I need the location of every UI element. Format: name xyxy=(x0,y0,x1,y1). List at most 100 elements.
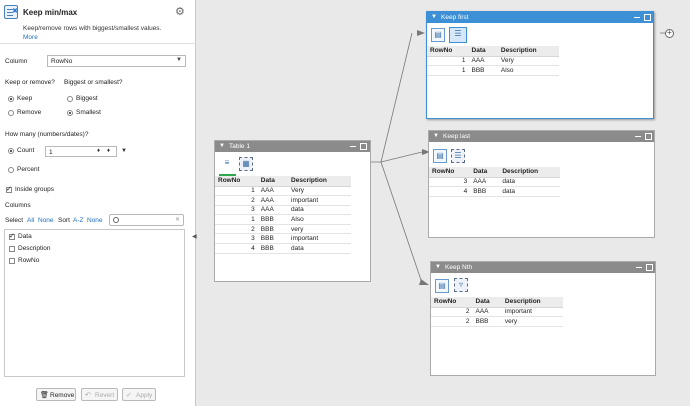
minimize-icon[interactable] xyxy=(350,146,356,147)
collapse-panel-icon[interactable]: ◀ xyxy=(192,233,197,240)
select-all-link[interactable]: All xyxy=(27,217,34,224)
column-checkbox-description[interactable] xyxy=(9,246,15,252)
remove-button[interactable]: 🗑 Remove xyxy=(36,388,76,401)
table-view-icon[interactable]: ▤ xyxy=(433,149,447,163)
keep-minmax-icon[interactable]: ☰ xyxy=(449,27,467,43)
link-table1-keep-first xyxy=(371,32,413,163)
percent-radio[interactable] xyxy=(8,167,14,173)
smallest-radio-label[interactable]: Smallest xyxy=(76,109,101,116)
biggest-radio-label[interactable]: Biggest xyxy=(76,95,98,102)
panel-title: Keep min/max xyxy=(23,8,78,17)
table-row: 3 BBB important xyxy=(215,233,351,245)
keep-radio-label[interactable]: Keep xyxy=(17,95,32,102)
percent-radio-label[interactable]: Percent xyxy=(17,166,39,173)
column-view-icon[interactable]: ▦ xyxy=(239,157,253,171)
sort-az-link[interactable]: A-Z xyxy=(73,217,83,224)
table-row: 4 BBB data xyxy=(429,186,560,197)
revert-button[interactable]: ↶ Revert xyxy=(81,388,118,401)
node-title: Keep first xyxy=(441,14,469,21)
chevron-down-icon: ▼ xyxy=(176,57,182,63)
add-output-port-icon[interactable]: + xyxy=(665,29,674,38)
collapse-triangle-icon[interactable]: ▼ xyxy=(219,143,225,149)
panel-description: Keep/remove rows with biggest/smallest v… xyxy=(23,25,162,32)
table-row: 1 BBB Also xyxy=(427,65,559,76)
clear-icon[interactable]: ✕ xyxy=(175,216,180,223)
node-keep-last[interactable]: ▼ Keep last ▤ ☰ RowNo Data Description 3… xyxy=(428,130,655,238)
count-radio[interactable] xyxy=(8,148,14,154)
maximize-icon[interactable] xyxy=(644,14,651,21)
maximize-icon[interactable] xyxy=(645,133,652,140)
check-icon: ✓ xyxy=(126,391,132,399)
table-row: 2 AAA important xyxy=(215,195,351,206)
arrow-head-icon xyxy=(419,279,429,285)
column-dropdown-value: RowNo xyxy=(51,58,73,65)
table-add-icon[interactable]: ≡ xyxy=(221,157,235,171)
column-item-description[interactable]: Description xyxy=(18,245,51,252)
link-table1-keep-last xyxy=(380,151,423,163)
maximize-icon[interactable] xyxy=(646,264,653,271)
node-title: Table 1 xyxy=(229,143,250,150)
count-radio-label[interactable]: Count xyxy=(17,147,34,154)
spinner-up-down-icon[interactable]: ♦ xyxy=(97,148,100,154)
table-row: 2 BBB very xyxy=(431,316,563,327)
column-item-data[interactable]: Data xyxy=(18,233,32,240)
workflow-canvas[interactable]: ▼ Table 1 ≡ ▦ RowNo Data Description 1 AA… xyxy=(197,0,690,406)
node-header[interactable]: ▼ Keep last xyxy=(429,131,654,142)
count-input-value: 1 xyxy=(49,148,53,156)
column-checkbox-rowno[interactable] xyxy=(9,258,15,264)
table-row: 1 AAA Very xyxy=(427,56,559,67)
select-label: Select xyxy=(5,217,24,224)
smallest-radio[interactable] xyxy=(67,110,73,116)
column-search-input[interactable]: ✕ xyxy=(109,214,184,226)
spinner-up-down-icon[interactable]: ♦ xyxy=(107,148,110,154)
node-keep-first[interactable]: ▼ Keep first ▤ ☰ RowNo Data Description … xyxy=(426,11,654,119)
inside-groups-label[interactable]: Inside groups xyxy=(15,186,54,193)
columns-list: Data Description RowNo xyxy=(4,229,185,377)
minimize-icon[interactable] xyxy=(636,267,642,268)
columns-label: Columns xyxy=(5,202,31,209)
column-dropdown[interactable]: RowNo ▼ xyxy=(47,55,186,67)
biggest-radio[interactable] xyxy=(67,96,73,102)
table-row: 2 AAA important xyxy=(431,307,563,318)
column-label: Column xyxy=(5,58,28,65)
keep-radio[interactable] xyxy=(8,96,14,102)
node-keep-nth[interactable]: ▼ Keep Nth ▤ ▿ RowNo Data Description 2A… xyxy=(430,261,656,376)
inside-groups-checkbox[interactable] xyxy=(6,185,12,193)
more-link[interactable]: More xyxy=(23,34,38,41)
collapse-triangle-icon[interactable]: ▼ xyxy=(433,133,439,139)
link-table1-keep-nth xyxy=(380,161,423,284)
count-input[interactable]: 1 ♦ ♦ xyxy=(45,146,117,157)
node-table1[interactable]: ▼ Table 1 ≡ ▦ RowNo Data Description 1 AA… xyxy=(214,140,371,282)
sort-label: Sort xyxy=(58,217,70,224)
node-header[interactable]: ▼ Keep first xyxy=(427,12,653,23)
column-checkbox-data[interactable] xyxy=(9,232,15,240)
keep-minmax-icon[interactable]: ☰ xyxy=(451,149,465,163)
collapse-triangle-icon[interactable]: ▼ xyxy=(435,264,441,270)
gear-icon[interactable]: ⚙ xyxy=(175,6,187,18)
properties-panel: Keep min/max Keep/remove rows with bigge… xyxy=(0,0,196,406)
collapse-triangle-icon[interactable]: ▼ xyxy=(431,14,437,20)
trash-icon: 🗑 xyxy=(40,391,49,399)
table-view-icon[interactable]: ▤ xyxy=(431,28,445,42)
keep-last-data-table: RowNo Data Description 3 AAA data 4 BBB data xyxy=(429,167,560,197)
sort-none-link[interactable]: None xyxy=(87,217,103,224)
keep-nth-data-table: RowNo Data Description 2 AAA important 2 BB… xyxy=(431,297,563,327)
node-header[interactable]: ▼ Keep Nth xyxy=(431,262,655,273)
remove-radio[interactable] xyxy=(8,110,14,116)
apply-button[interactable]: ✓ Apply xyxy=(122,388,156,401)
keep-remove-label: Keep or remove? xyxy=(5,79,55,86)
remove-radio-label[interactable]: Remove xyxy=(17,109,41,116)
chevron-down-icon[interactable]: ▼ xyxy=(121,148,127,154)
undo-icon: ↶ xyxy=(85,391,91,399)
select-none-link[interactable]: None xyxy=(38,217,54,224)
filter-icon[interactable]: ▿ xyxy=(454,278,468,292)
node-header[interactable]: ▼ Table 1 xyxy=(215,141,370,152)
search-icon xyxy=(113,217,119,223)
table-view-icon[interactable]: ▤ xyxy=(435,279,449,293)
minimize-icon[interactable] xyxy=(635,136,641,137)
minimize-icon[interactable] xyxy=(634,17,640,18)
node-title: Keep Nth xyxy=(445,264,473,271)
table-row: 4 BBB data xyxy=(215,243,351,254)
column-item-rowno[interactable]: RowNo xyxy=(18,257,39,264)
maximize-icon[interactable] xyxy=(360,143,367,150)
